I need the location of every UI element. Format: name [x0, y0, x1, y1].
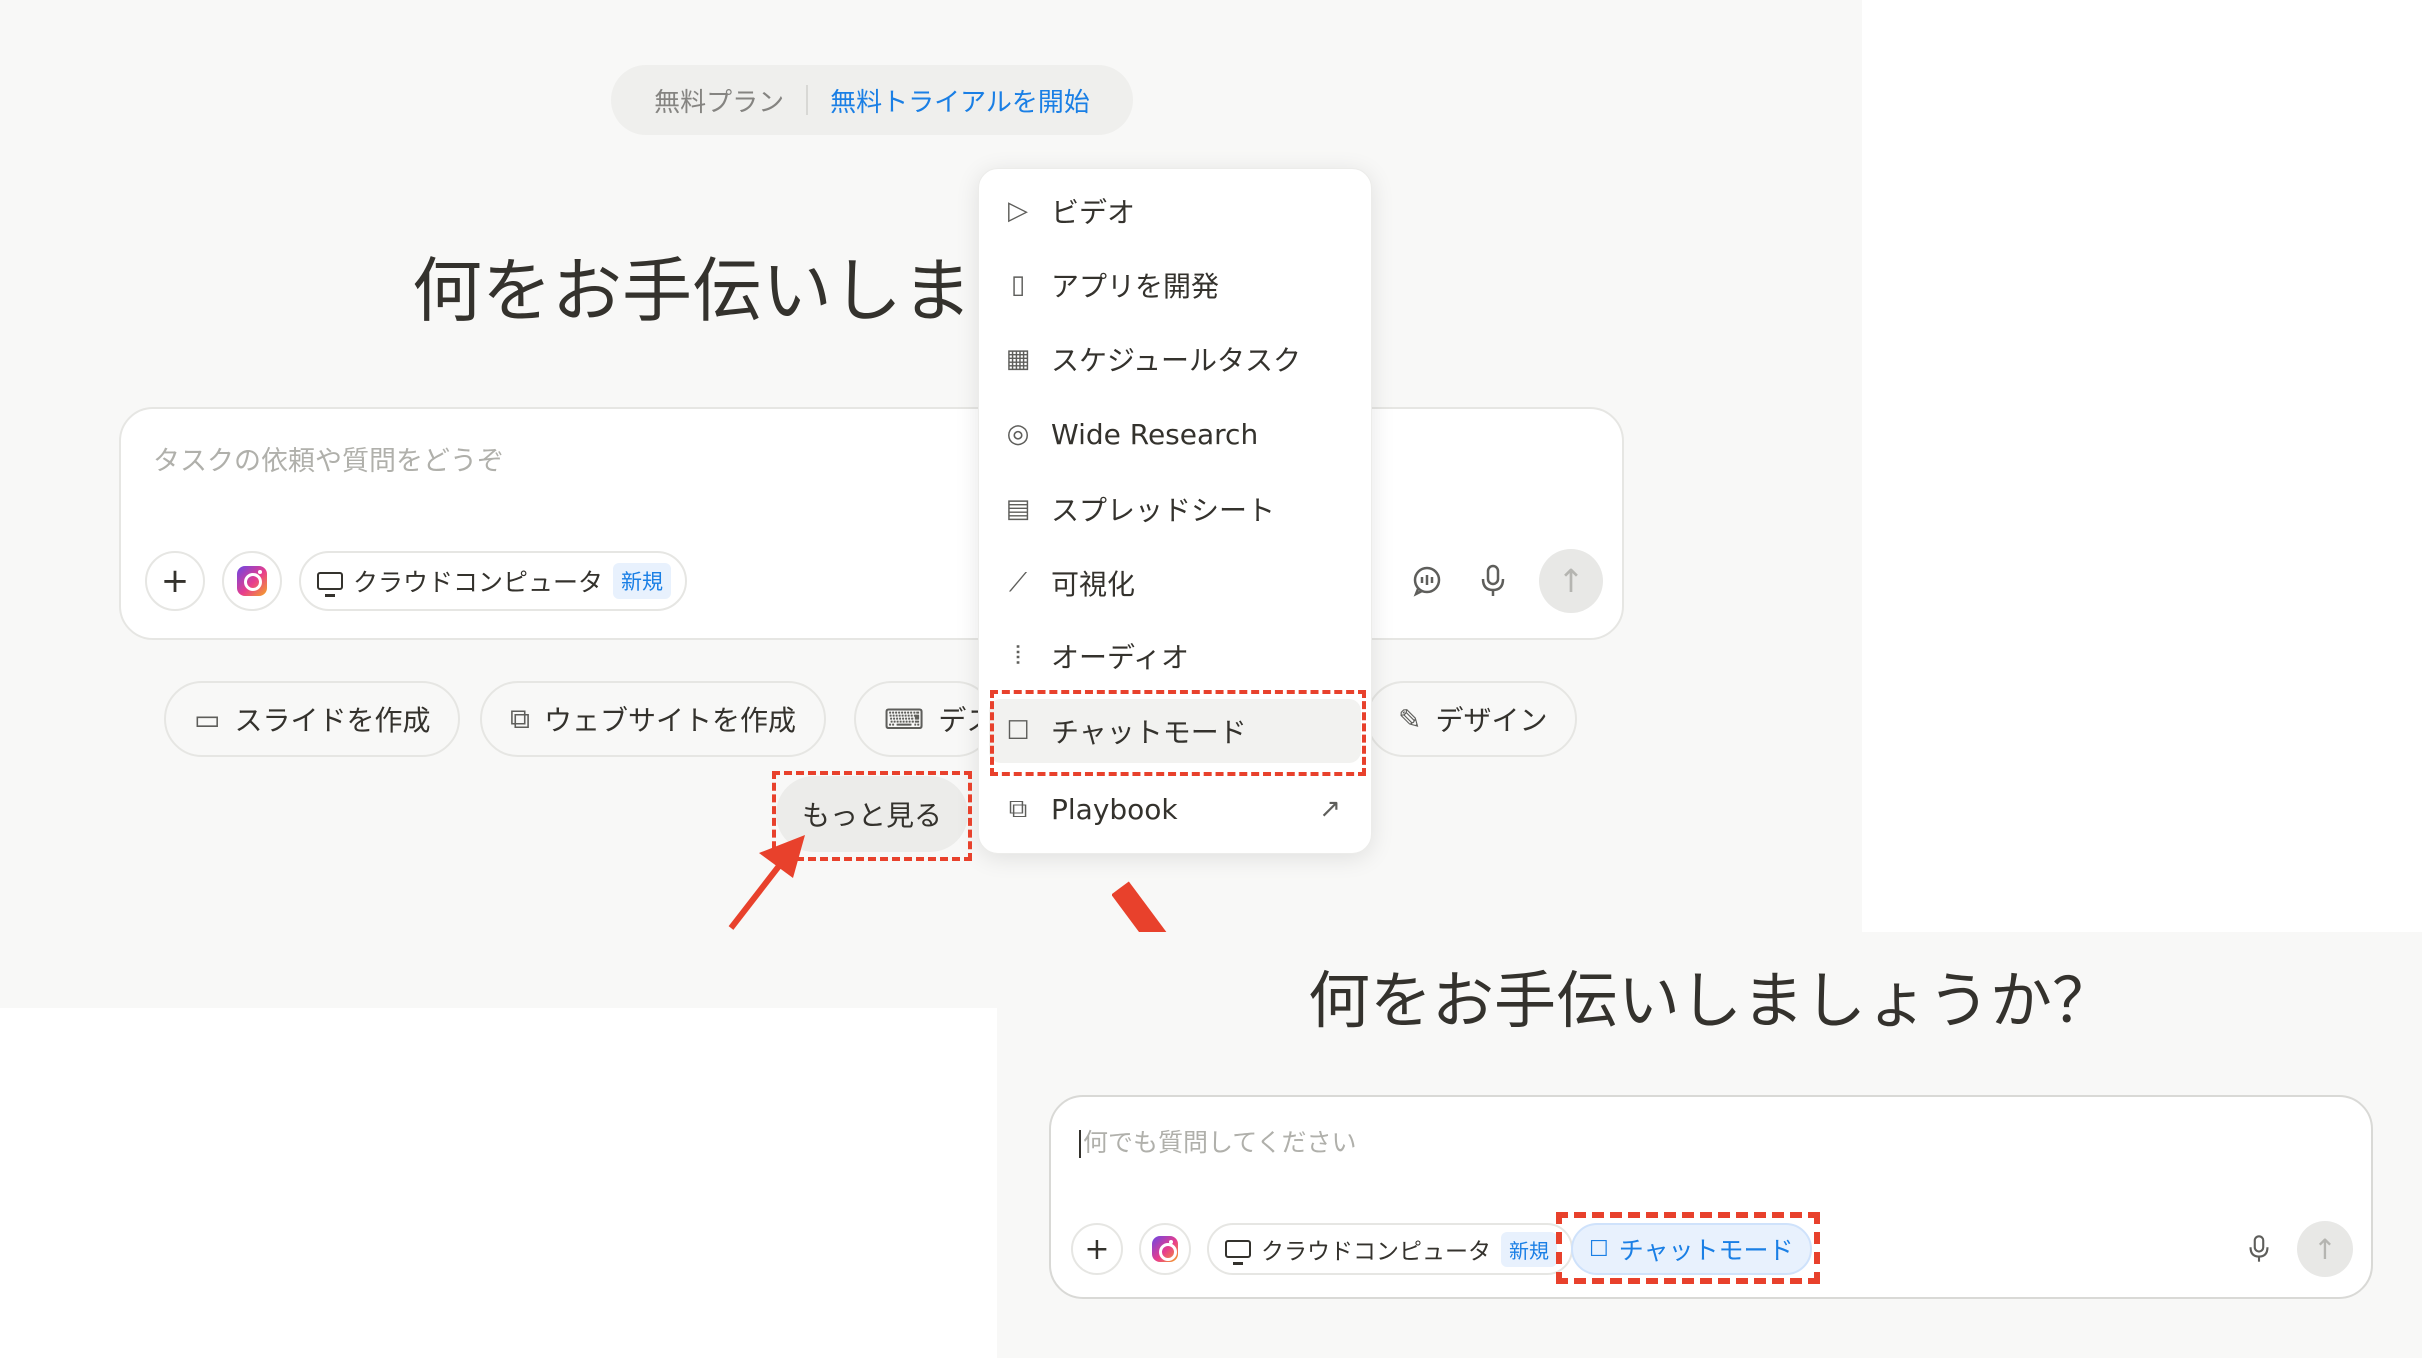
menu-item-label: スプレッドシート	[1051, 494, 1276, 527]
new-badge: 新規	[613, 563, 672, 599]
arrow-up-icon: ↑	[1557, 562, 1585, 600]
highlight-chat-mode-item	[990, 690, 1366, 776]
menu-item-label: オーディオ	[1051, 641, 1190, 674]
table-icon: ▤	[1005, 494, 1031, 524]
slides-icon: ▭	[194, 702, 221, 736]
menu-item-app[interactable]: ▯ アプリを開発	[989, 253, 1361, 317]
page-title: 何をお手伝いしましょうか？	[1308, 964, 2115, 1037]
cloud-computer-label: クラウドコンピュータ	[1261, 1239, 1491, 1265]
quick-action-desktop[interactable]: ⌨ デス	[854, 681, 994, 757]
connector-button[interactable]	[222, 551, 282, 611]
add-button[interactable]: +	[145, 551, 205, 611]
menu-item-label: 可視化	[1051, 568, 1136, 601]
menu-item-label: スケジュールタスク	[1051, 344, 1302, 377]
start-trial-link[interactable]: 無料トライアルを開始	[830, 82, 1090, 119]
website-icon: ⧉	[510, 702, 530, 735]
plan-label: 無料プラン	[654, 87, 785, 118]
voice-button[interactable]	[2241, 1231, 2277, 1267]
divider	[806, 85, 809, 115]
menu-item-schedule[interactable]: ▦ スケジュールタスク	[989, 327, 1361, 391]
page-title: 何をお手伝いしま	[412, 250, 972, 332]
task-composer: タスクの依頼や質問をどうぞ + クラウドコンピュータ 新規 ↑	[119, 407, 1624, 640]
menu-item-label: Wide Research	[1051, 417, 1259, 451]
menu-item-label: Playbook	[1051, 792, 1178, 826]
highlight-chat-mode-chip	[1556, 1212, 1820, 1284]
menu-item-spreadsheet[interactable]: ▤ スプレッドシート	[989, 477, 1361, 541]
calendar-icon: ▦	[1005, 344, 1031, 374]
chat-mode-toggle[interactable]	[1407, 561, 1447, 601]
menu-item-video[interactable]: ▷ ビデオ	[989, 179, 1361, 243]
menu-item-wide-research[interactable]: ◎ Wide Research	[989, 402, 1361, 466]
quick-action-website[interactable]: ⧉ ウェブサイトを作成	[480, 681, 827, 757]
new-badge: 新規	[1501, 1231, 1557, 1267]
quick-action-label: デザイン	[1435, 704, 1548, 737]
cloud-computer-label: クラウドコンピュータ	[353, 568, 604, 597]
arrow-up-icon: ↑	[2313, 1232, 2337, 1266]
microphone-icon	[1481, 564, 1505, 596]
quick-action-label: スライドを作成	[234, 704, 431, 737]
quick-action-design[interactable]: ✎ デザイン	[1366, 681, 1578, 757]
instagram-icon	[1152, 1236, 1178, 1262]
plus-icon: +	[160, 561, 190, 601]
cloud-computer-chip[interactable]: クラウドコンピュータ 新規	[299, 551, 688, 611]
external-link-icon: ↗	[1319, 794, 1341, 824]
add-button[interactable]: +	[1071, 1223, 1123, 1275]
playbook-icon: ⧉	[1008, 793, 1028, 824]
send-button[interactable]: ↑	[1539, 549, 1603, 613]
menu-item-visualize[interactable]: ⟋ 可視化	[989, 551, 1361, 615]
plus-icon: +	[1084, 1231, 1110, 1267]
connector-button[interactable]	[1139, 1223, 1191, 1275]
red-arrow-icon	[728, 835, 805, 930]
plan-banner: 無料プラン 無料トライアルを開始	[611, 65, 1133, 135]
quick-action-label: ウェブサイトを作成	[544, 704, 797, 737]
instagram-icon	[237, 566, 267, 596]
menu-item-playbook[interactable]: ⧉ Playbook ↗	[989, 777, 1361, 841]
design-icon: ✎	[1398, 702, 1422, 736]
laptop-icon: ⌨	[884, 702, 925, 736]
chat-input[interactable]: 何でも質問してください	[1079, 1123, 1357, 1159]
phone-icon: ▯	[1010, 270, 1026, 300]
research-icon: ◎	[1006, 419, 1030, 449]
microphone-icon	[2249, 1235, 2269, 1262]
menu-item-label: ビデオ	[1051, 196, 1136, 229]
video-icon: ▷	[1008, 196, 1028, 226]
send-button[interactable]: ↑	[2297, 1221, 2353, 1277]
cloud-computer-chip[interactable]: クラウドコンピュータ 新規	[1207, 1223, 1573, 1275]
menu-item-label: アプリを開発	[1051, 270, 1220, 303]
task-input[interactable]: タスクの依頼や質問をどうぞ	[153, 439, 504, 478]
monitor-icon	[1225, 1240, 1251, 1265]
audio-icon: ⦙	[1015, 640, 1021, 671]
chart-icon: ⟋	[1008, 567, 1028, 598]
chat-icon	[1413, 566, 1441, 597]
menu-item-audio[interactable]: ⦙ オーディオ	[989, 624, 1361, 688]
quick-action-slides[interactable]: ▭ スライドを作成	[164, 681, 461, 757]
monitor-icon	[317, 572, 343, 597]
voice-button[interactable]	[1473, 561, 1513, 601]
